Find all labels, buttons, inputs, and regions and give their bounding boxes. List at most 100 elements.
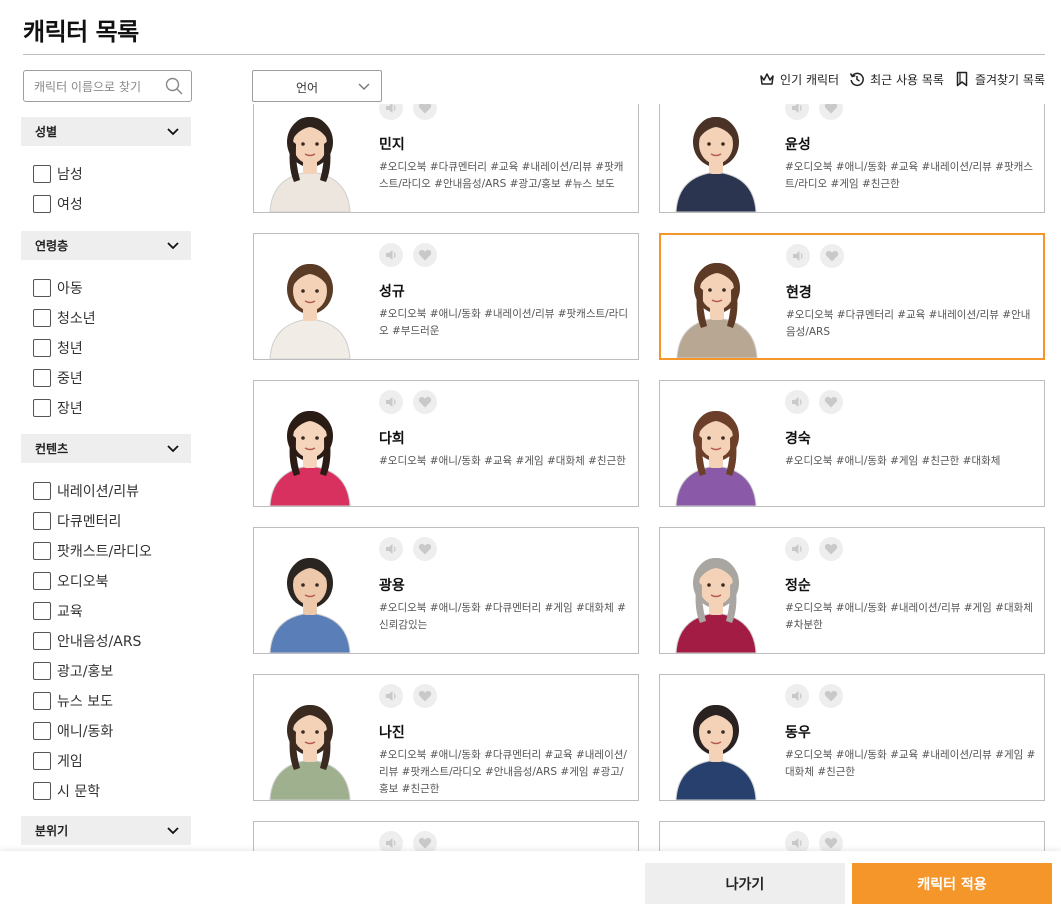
bookmark-icon bbox=[956, 71, 968, 87]
filter-option[interactable]: 청소년 bbox=[21, 303, 191, 333]
checkbox[interactable] bbox=[33, 512, 51, 530]
checkbox[interactable] bbox=[33, 572, 51, 590]
filter-header-mood[interactable]: 분위기 bbox=[21, 816, 191, 845]
checkbox[interactable] bbox=[33, 339, 51, 357]
filter-option-label: 다큐멘터리 bbox=[57, 514, 122, 530]
language-select[interactable]: 언어 bbox=[252, 70, 382, 102]
checkbox[interactable] bbox=[33, 279, 51, 297]
filter-option[interactable]: 아동 bbox=[21, 273, 191, 303]
filter-option[interactable]: 교육 bbox=[21, 596, 191, 626]
filter-option[interactable]: 팟캐스트/라디오 bbox=[21, 536, 191, 566]
checkbox[interactable] bbox=[33, 782, 51, 800]
filter-option-label: 팟캐스트/라디오 bbox=[57, 544, 152, 560]
heart-icon bbox=[418, 104, 432, 114]
filter-header-content[interactable]: 컨텐츠 bbox=[21, 434, 191, 463]
favorite-button[interactable] bbox=[413, 831, 437, 851]
character-card[interactable]: 경숙 #오디오북 #애니/동화 #게임 #친근한 #대화체 bbox=[659, 380, 1045, 507]
play-sample-button[interactable] bbox=[379, 243, 403, 267]
checkbox[interactable] bbox=[33, 482, 51, 500]
favorite-button[interactable] bbox=[413, 684, 437, 708]
filter-option[interactable]: 게임 bbox=[21, 746, 191, 776]
character-card[interactable]: HD 민지 #오디오북 #다큐멘터리 #교육 #내레이션/리뷰 #팟캐스트/라디… bbox=[253, 104, 639, 213]
filter-option[interactable]: 여성 bbox=[21, 189, 191, 219]
filter-option[interactable]: 안내음성/ARS bbox=[21, 626, 191, 656]
recent-list-button[interactable]: 최근 사용 목록 bbox=[849, 71, 944, 88]
character-card[interactable]: 현경 #오디오북 #다큐멘터리 #교육 #내레이션/리뷰 #안내음성/ARS bbox=[659, 233, 1045, 360]
play-sample-button[interactable] bbox=[379, 831, 403, 851]
checkbox[interactable] bbox=[33, 722, 51, 740]
character-card[interactable] bbox=[253, 821, 639, 851]
apply-character-button[interactable]: 캐릭터 적용 bbox=[852, 863, 1052, 904]
filter-option[interactable]: 청년 bbox=[21, 333, 191, 363]
filter-option[interactable]: 뉴스 보도 bbox=[21, 686, 191, 716]
favorite-button[interactable] bbox=[819, 104, 843, 120]
search-icon[interactable] bbox=[165, 77, 183, 95]
filter-option-label: 중년 bbox=[57, 371, 83, 387]
chevron-down-icon bbox=[167, 241, 179, 249]
character-card[interactable]: 성규 #오디오북 #애니/동화 #내레이션/리뷰 #팟캐스트/라디오 #부드러운 bbox=[253, 233, 639, 360]
favorite-button[interactable] bbox=[413, 537, 437, 561]
checkbox[interactable] bbox=[33, 692, 51, 710]
favorite-button[interactable] bbox=[819, 537, 843, 561]
favorite-button[interactable] bbox=[413, 104, 437, 120]
filter-option[interactable]: 오디오북 bbox=[21, 566, 191, 596]
favorite-button[interactable] bbox=[819, 831, 843, 851]
checkbox[interactable] bbox=[33, 662, 51, 680]
checkbox[interactable] bbox=[33, 602, 51, 620]
play-sample-button[interactable] bbox=[785, 104, 809, 120]
exit-button[interactable]: 나가기 bbox=[645, 863, 845, 904]
popular-characters-button[interactable]: 인기 캐릭터 bbox=[759, 71, 839, 88]
play-sample-button[interactable] bbox=[379, 537, 403, 561]
checkbox[interactable] bbox=[33, 369, 51, 387]
checkbox[interactable] bbox=[33, 165, 51, 183]
checkbox[interactable] bbox=[33, 309, 51, 327]
play-sample-button[interactable] bbox=[379, 684, 403, 708]
filter-option[interactable]: 장년 bbox=[21, 393, 191, 423]
filter-group-age: 연령층 아동 청소년 청년 중년 장년 bbox=[21, 231, 191, 423]
filter-option[interactable]: 내레이션/리뷰 bbox=[21, 476, 191, 506]
favorite-button[interactable] bbox=[819, 684, 843, 708]
search-input[interactable] bbox=[34, 77, 160, 97]
filter-option[interactable]: 애니/동화 bbox=[21, 716, 191, 746]
character-card[interactable]: 다희 #오디오북 #애니/동화 #교육 #게임 #대화체 #친근한 bbox=[253, 380, 639, 507]
character-card[interactable] bbox=[659, 821, 1045, 851]
character-card[interactable]: 광용 #오디오북 #애니/동화 #다큐멘터리 #게임 #대화체 #신뢰감있는 bbox=[253, 527, 639, 654]
checkbox[interactable] bbox=[33, 752, 51, 770]
play-sample-button[interactable] bbox=[379, 104, 403, 120]
filter-option[interactable]: 중년 bbox=[21, 363, 191, 393]
character-portrait bbox=[676, 263, 758, 358]
character-card[interactable]: 정순 #오디오북 #애니/동화 #내레이션/리뷰 #게임 #대화체 #차분한 bbox=[659, 527, 1045, 654]
filter-option-label: 청소년 bbox=[57, 311, 96, 327]
page-title: 캐릭터 목록 bbox=[23, 18, 139, 46]
play-sample-button[interactable] bbox=[785, 537, 809, 561]
character-card[interactable]: 윤성 #오디오북 #애니/동화 #교육 #내레이션/리뷰 #팟캐스트/라디오 #… bbox=[659, 104, 1045, 213]
checkbox[interactable] bbox=[33, 632, 51, 650]
play-sample-button[interactable] bbox=[379, 390, 403, 414]
filter-option[interactable]: 다큐멘터리 bbox=[21, 506, 191, 536]
character-card[interactable]: 나진 #오디오북 #애니/동화 #다큐멘터리 #교육 #내레이션/리뷰 #팟캐스… bbox=[253, 674, 639, 801]
character-search[interactable] bbox=[23, 70, 192, 102]
character-portrait bbox=[269, 117, 351, 212]
chevron-down-icon bbox=[167, 826, 179, 834]
play-sample-button[interactable] bbox=[785, 390, 809, 414]
play-sample-button[interactable] bbox=[786, 244, 810, 268]
filter-option[interactable]: 시 문학 bbox=[21, 776, 191, 806]
favorite-button[interactable] bbox=[413, 243, 437, 267]
checkbox[interactable] bbox=[33, 195, 51, 213]
filter-option[interactable]: 광고/홍보 bbox=[21, 656, 191, 686]
checkbox[interactable] bbox=[33, 399, 51, 417]
filter-options: 내레이션/리뷰 다큐멘터리 팟캐스트/라디오 오디오북 교육 안내음성/ARS … bbox=[21, 463, 191, 806]
filter-option[interactable]: 남성 bbox=[21, 159, 191, 189]
play-sample-button[interactable] bbox=[785, 831, 809, 851]
filter-header-age[interactable]: 연령층 bbox=[21, 231, 191, 260]
language-select-label: 언어 bbox=[295, 81, 319, 95]
favorites-list-button[interactable]: 즐겨찾기 목록 bbox=[954, 71, 1045, 88]
favorite-button[interactable] bbox=[413, 390, 437, 414]
checkbox[interactable] bbox=[33, 542, 51, 560]
play-sample-button[interactable] bbox=[785, 684, 809, 708]
favorite-button[interactable] bbox=[819, 390, 843, 414]
favorite-button[interactable] bbox=[820, 244, 844, 268]
character-card[interactable]: 동우 #오디오북 #애니/동화 #교육 #내레이션/리뷰 #게임 #대화체 #친… bbox=[659, 674, 1045, 801]
heart-icon bbox=[418, 249, 432, 261]
filter-header-gender[interactable]: 성별 bbox=[21, 117, 191, 146]
